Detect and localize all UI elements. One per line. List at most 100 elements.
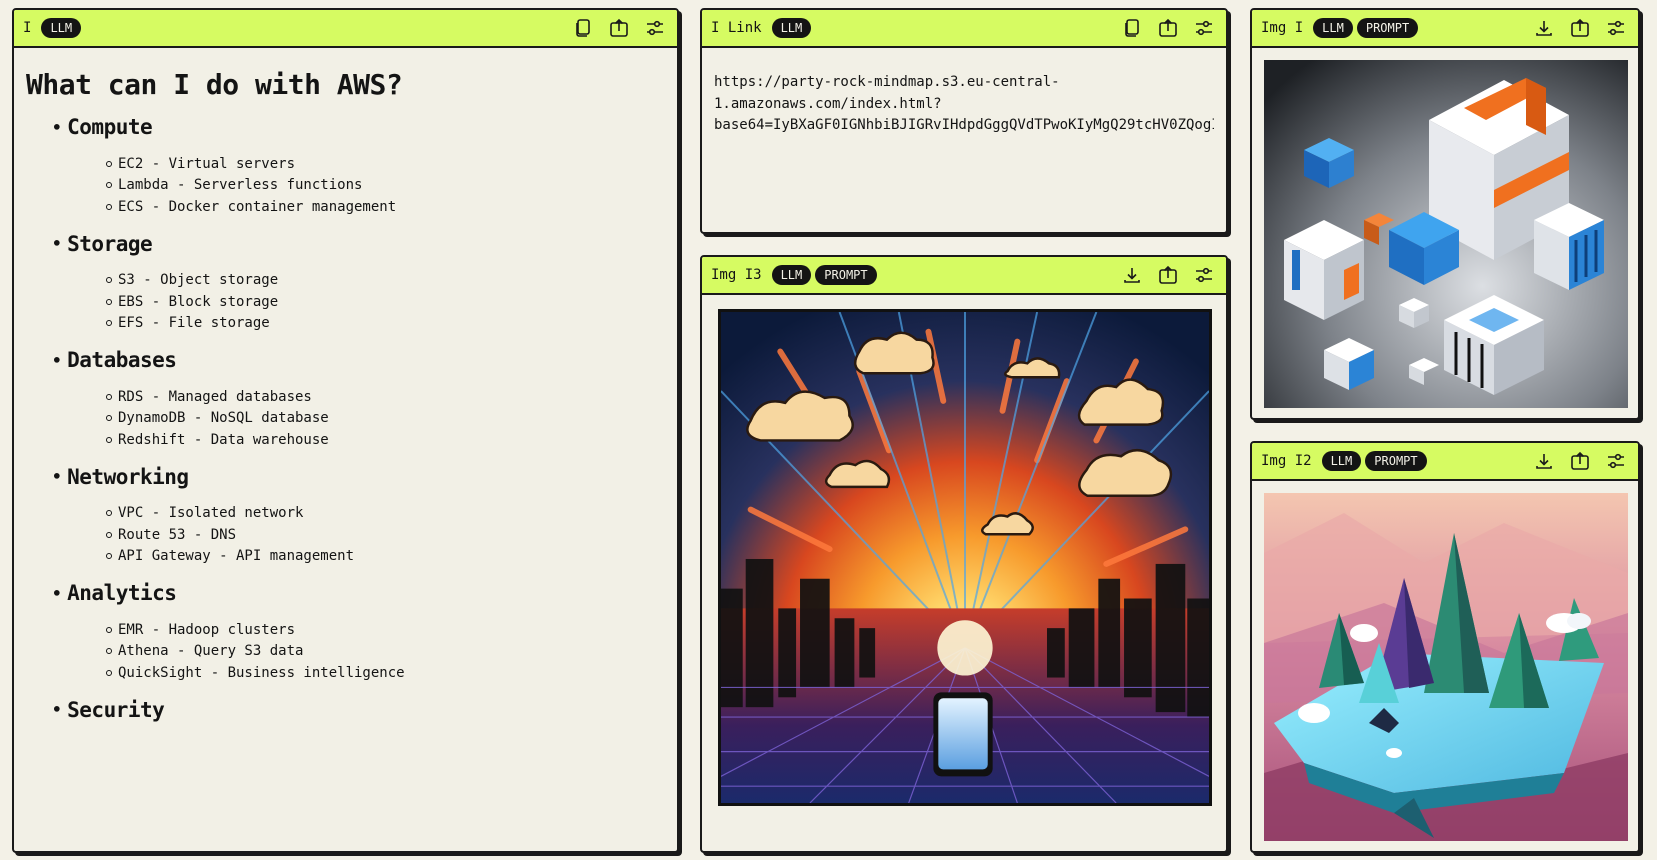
section-compute: • Compute EC2 - Virtual servers Lambda - Se…	[26, 115, 665, 218]
circle-bullet-icon	[106, 531, 112, 538]
prompt-badge: PROMPT	[1356, 18, 1419, 38]
list-item-text: EC2 - Virtual servers	[118, 155, 296, 172]
settings-button[interactable]	[1604, 449, 1628, 473]
list-item-text: DynamoDB - NoSQL database	[118, 410, 329, 427]
generated-image-lowpoly-island	[1264, 493, 1628, 841]
copy-button[interactable]	[571, 16, 595, 40]
link-line: https://party-rock-mindmap.s3.eu-central…	[714, 74, 1060, 90]
copy-button[interactable]	[1120, 16, 1144, 40]
widget-header: I LLM	[14, 10, 677, 48]
widget-header: Img I3 LLM PROMPT	[702, 257, 1226, 295]
export-icon	[1159, 18, 1177, 37]
export-button[interactable]	[1568, 16, 1592, 40]
llm-badge: LLM	[1313, 18, 1353, 38]
circle-bullet-icon	[106, 415, 112, 422]
list-item: Route 53 - DNS	[106, 524, 665, 546]
list-item: ECS - Docker container management	[106, 196, 665, 218]
bullet-icon: •	[52, 467, 62, 486]
download-button[interactable]	[1532, 16, 1556, 40]
image-widget-i3: Img I3 LLM PROMPT	[700, 255, 1228, 853]
export-button[interactable]	[1568, 449, 1592, 473]
settings-sliders-icon	[1608, 453, 1624, 469]
download-button[interactable]	[1120, 263, 1144, 287]
section-list: • Compute EC2 - Virtual servers Lambda - Se…	[26, 115, 665, 722]
export-button[interactable]	[1156, 16, 1180, 40]
service-list: RDS - Managed databases DynamoDB - NoSQL …	[26, 386, 665, 451]
list-item-text: API Gateway - API management	[118, 548, 355, 565]
link-widget: I Link LLM https://party-rock-mindmap.s3…	[700, 8, 1228, 234]
settings-sliders-icon	[647, 20, 663, 36]
list-item: VPC - Isolated network	[106, 503, 665, 525]
widget-header: Img I2 LLM PROMPT	[1252, 443, 1638, 481]
export-button[interactable]	[1156, 263, 1180, 287]
section-title: • Storage	[26, 232, 665, 256]
list-item-text: S3 - Object storage	[118, 272, 279, 289]
generated-image-city-sunburst	[718, 309, 1212, 806]
section-security: • Security	[26, 698, 665, 722]
bullet-icon: •	[52, 117, 62, 137]
widget-title: Img I2	[1261, 453, 1312, 469]
list-item: EFS - File storage	[106, 313, 665, 335]
list-item-text: Route 53 - DNS	[118, 526, 237, 543]
bullet-icon: •	[52, 700, 62, 719]
download-icon	[1536, 21, 1552, 36]
image-widget-i2: Img I2 LLM PROMPT	[1250, 441, 1640, 853]
llm-badge: LLM	[41, 18, 82, 38]
list-item: EC2 - Virtual servers	[106, 153, 665, 175]
export-button[interactable]	[607, 16, 631, 40]
bullet-icon: •	[52, 350, 62, 370]
circle-bullet-icon	[106, 393, 112, 400]
section-networking: • Networking VPC - Isolated network Route 5…	[26, 465, 665, 568]
text-content: What can I do with AWS? • Compute EC2 - Vi…	[14, 48, 677, 756]
link-line: 1.amazonaws.com/index.html?	[714, 95, 942, 112]
section-title: • Analytics	[26, 581, 665, 605]
settings-sliders-icon	[1608, 20, 1624, 36]
link-text[interactable]: https://party-rock-mindmap.s3.eu-central…	[702, 48, 1226, 161]
download-icon	[1124, 268, 1140, 283]
list-item-text: VPC - Isolated network	[118, 505, 304, 522]
text-widget-main: I LLM What can I do with AWS? • Compute EC…	[12, 8, 679, 853]
list-item-text: Lambda - Serverless functions	[118, 177, 363, 194]
section-title: • Networking	[26, 465, 665, 489]
section-title: • Security	[26, 698, 665, 722]
widget-header: Img I LLM PROMPT	[1252, 10, 1638, 48]
export-icon	[610, 18, 628, 37]
download-icon	[1536, 454, 1552, 469]
settings-button[interactable]	[1192, 16, 1216, 40]
section-storage: • Storage S3 - Object storage EBS - Block s…	[26, 232, 665, 335]
circle-bullet-icon	[106, 436, 112, 443]
prompt-badge: PROMPT	[815, 265, 877, 285]
page-title: What can I do with AWS?	[26, 68, 403, 101]
llm-badge: LLM	[771, 265, 812, 285]
list-item: EMR - Hadoop clusters	[106, 619, 665, 641]
section-title-label: Security	[67, 697, 165, 722]
circle-bullet-icon	[106, 669, 112, 676]
list-item: API Gateway - API management	[106, 546, 665, 568]
circle-bullet-icon	[106, 203, 112, 210]
prompt-badge: PROMPT	[1365, 451, 1427, 471]
settings-button[interactable]	[1192, 263, 1216, 287]
settings-button[interactable]	[1604, 16, 1628, 40]
list-item: Lambda - Serverless functions	[106, 175, 665, 197]
list-item-text: ECS - Docker container management	[118, 198, 397, 215]
list-item-text: Redshift - Data warehouse	[118, 431, 329, 448]
circle-bullet-icon	[106, 510, 112, 517]
copy-icon	[576, 19, 590, 37]
list-item-text: RDS - Managed databases	[118, 388, 312, 405]
widget-title: I	[23, 20, 32, 36]
settings-button[interactable]	[643, 16, 667, 40]
circle-bullet-icon	[106, 182, 112, 189]
circle-bullet-icon	[106, 626, 112, 633]
export-icon	[1571, 18, 1589, 37]
image-widget-i: Img I LLM PROMPT	[1250, 8, 1640, 420]
section-title-label: Analytics	[67, 581, 177, 605]
widget-title: I Link	[711, 20, 762, 36]
list-item: EBS - Block storage	[106, 291, 665, 313]
section-title: • Compute	[26, 115, 665, 139]
download-button[interactable]	[1532, 449, 1556, 473]
circle-bullet-icon	[106, 160, 112, 167]
bullet-icon: •	[52, 234, 62, 253]
section-title-label: Networking	[67, 464, 189, 489]
circle-bullet-icon	[106, 648, 112, 655]
service-list: VPC - Isolated network Route 53 - DNS API …	[26, 503, 665, 568]
